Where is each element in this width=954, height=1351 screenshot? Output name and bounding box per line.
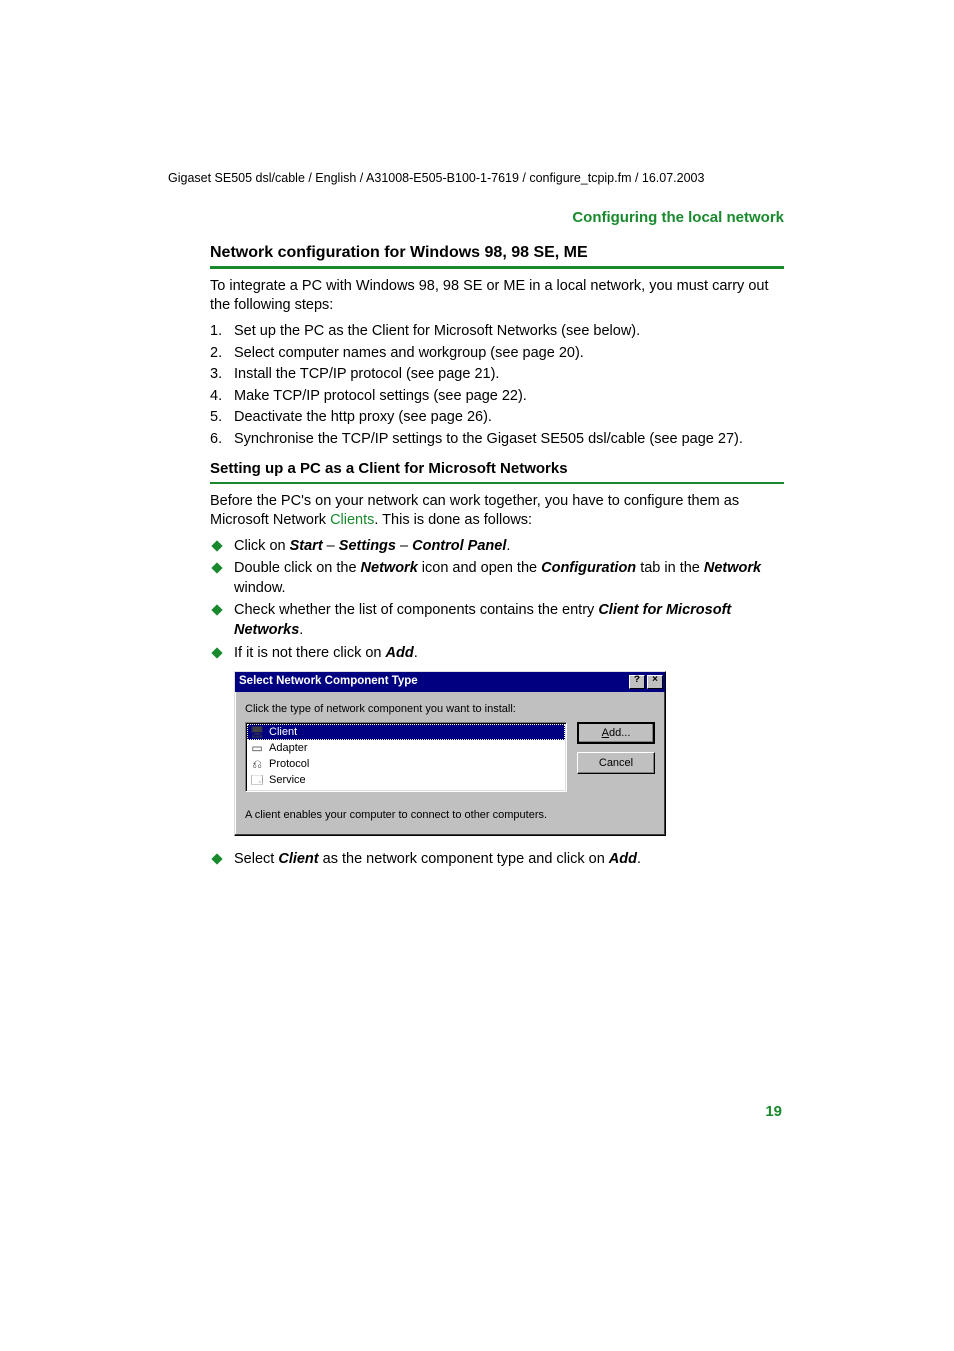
bullet-5: Select Client as the network component t… xyxy=(210,850,784,870)
numbered-steps: 1.Set up the PC as the Client for Micros… xyxy=(210,322,784,449)
step-1: 1.Set up the PC as the Client for Micros… xyxy=(210,322,784,342)
bullet-2: Double click on the Network icon and ope… xyxy=(210,559,784,598)
list-item-label: Protocol xyxy=(269,757,309,772)
step-4: 4.Make TCP/IP protocol settings (see pag… xyxy=(210,387,784,407)
page-content: Configuring the local network Network co… xyxy=(0,40,954,877)
step-2: 2.Select computer names and workgroup (s… xyxy=(210,344,784,364)
computer-icon: 🖥 xyxy=(249,725,265,739)
step-6-text: Synchronise the TCP/IP settings to the G… xyxy=(234,431,743,447)
step-3: 3.Install the TCP/IP protocol (see page … xyxy=(210,365,784,385)
list-item-protocol[interactable]: ⎌ Protocol xyxy=(247,756,565,772)
bullet-3: Check whether the list of components con… xyxy=(210,601,784,640)
list-item-label: Adapter xyxy=(269,741,308,756)
bullet-1: Click on Start – Settings – Control Pane… xyxy=(210,537,784,557)
para2-after: . This is done as follows: xyxy=(374,512,532,528)
step-4-text: Make TCP/IP protocol settings (see page … xyxy=(234,388,527,404)
step-5-text: Deactivate the http proxy (see page 26). xyxy=(234,409,492,425)
adapter-icon: ▭ xyxy=(249,741,265,755)
step-5: 5.Deactivate the http proxy (see page 26… xyxy=(210,408,784,428)
list-item-label: Service xyxy=(269,773,306,788)
para2: Before the PC's on your network can work… xyxy=(210,492,784,531)
close-icon[interactable]: × xyxy=(647,675,663,689)
protocol-icon: ⎌ xyxy=(249,757,265,771)
help-icon[interactable]: ? xyxy=(629,675,645,689)
bullet-list-1: Click on Start – Settings – Control Pane… xyxy=(210,537,784,663)
intro-paragraph: To integrate a PC with Windows 98, 98 SE… xyxy=(210,277,784,316)
link-clients[interactable]: Clients xyxy=(330,512,374,528)
step-3-text: Install the TCP/IP protocol (see page 21… xyxy=(234,366,499,382)
step-6: 6.Synchronise the TCP/IP settings to the… xyxy=(210,430,784,450)
add-button[interactable]: Add... xyxy=(577,722,655,744)
section-heading-right: Configuring the local network xyxy=(210,208,784,228)
divider-medium xyxy=(210,482,784,484)
list-item-client[interactable]: 🖥 Client xyxy=(247,724,565,740)
service-icon: 🗔 xyxy=(249,773,265,787)
page-number: 19 xyxy=(765,1102,782,1122)
step-1-text: Set up the PC as the Client for Microsof… xyxy=(234,323,640,339)
list-item-service[interactable]: 🗔 Service xyxy=(247,772,565,788)
divider-thick xyxy=(210,266,784,269)
bullet-4: If it is not there click on Add. xyxy=(210,644,784,664)
dialog-title: Select Network Component Type xyxy=(239,674,627,690)
component-type-listbox[interactable]: 🖥 Client ▭ Adapter ⎌ Protocol 🗔 Service xyxy=(245,722,567,792)
dialog-titlebar[interactable]: Select Network Component Type ? × xyxy=(235,672,665,692)
list-item-label: Client xyxy=(269,725,297,740)
dialog-description: A client enables your computer to connec… xyxy=(245,808,655,822)
h2-subhead: Setting up a PC as a Client for Microsof… xyxy=(210,459,784,479)
step-2-text: Select computer names and workgroup (see… xyxy=(234,345,584,361)
h1-title: Network configuration for Windows 98, 98… xyxy=(210,242,784,264)
dialog-select-network-component: Select Network Component Type ? × Click … xyxy=(234,671,666,836)
dialog-prompt: Click the type of network component you … xyxy=(245,702,567,717)
cancel-button[interactable]: Cancel xyxy=(577,752,655,774)
bullet-list-2: Select Client as the network component t… xyxy=(210,850,784,870)
list-item-adapter[interactable]: ▭ Adapter xyxy=(247,740,565,756)
